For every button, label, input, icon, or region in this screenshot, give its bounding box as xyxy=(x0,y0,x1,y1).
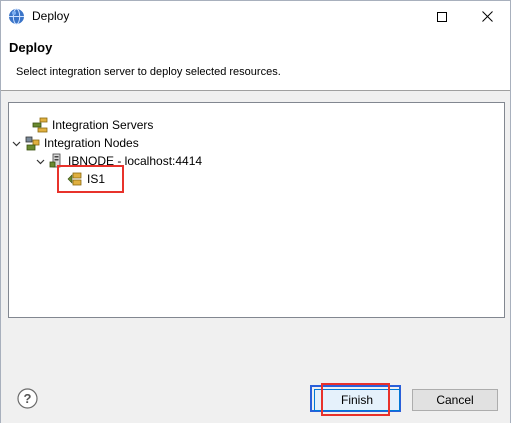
header-description: Select integration server to deploy sele… xyxy=(16,66,281,78)
maximize-button[interactable] xyxy=(419,1,465,32)
tree-item-label: Integration Nodes xyxy=(44,136,139,150)
app-globe-icon xyxy=(9,8,24,25)
dialog-header: Deploy Select integration server to depl… xyxy=(1,32,510,90)
close-icon xyxy=(481,11,493,22)
maximize-icon xyxy=(437,11,447,22)
integration-servers-icon xyxy=(32,117,48,133)
tree-item-integration-servers[interactable]: Integration Servers xyxy=(19,117,153,133)
is1-highlight-box xyxy=(57,165,124,193)
dialog-body: Integration Servers Integration Nodes IB… xyxy=(1,91,510,423)
tree-item-label: Integration Servers xyxy=(52,118,154,132)
chevron-down-icon[interactable] xyxy=(11,138,21,148)
help-icon[interactable]: ? xyxy=(17,388,38,409)
chevron-down-icon[interactable] xyxy=(35,156,45,166)
svg-text:?: ? xyxy=(24,391,32,406)
close-button[interactable] xyxy=(464,1,510,32)
cancel-button[interactable]: Cancel xyxy=(412,389,498,411)
window-title: Deploy xyxy=(32,9,70,23)
server-tree[interactable]: Integration Servers Integration Nodes IB… xyxy=(8,102,505,318)
deploy-dialog: Deploy Deploy Select integration server … xyxy=(0,0,511,423)
finish-highlight-box xyxy=(321,383,390,416)
tree-item-integration-nodes[interactable]: Integration Nodes xyxy=(11,135,139,151)
integration-nodes-icon xyxy=(25,136,40,151)
title-bar: Deploy xyxy=(1,1,510,32)
header-title: Deploy xyxy=(9,40,53,55)
